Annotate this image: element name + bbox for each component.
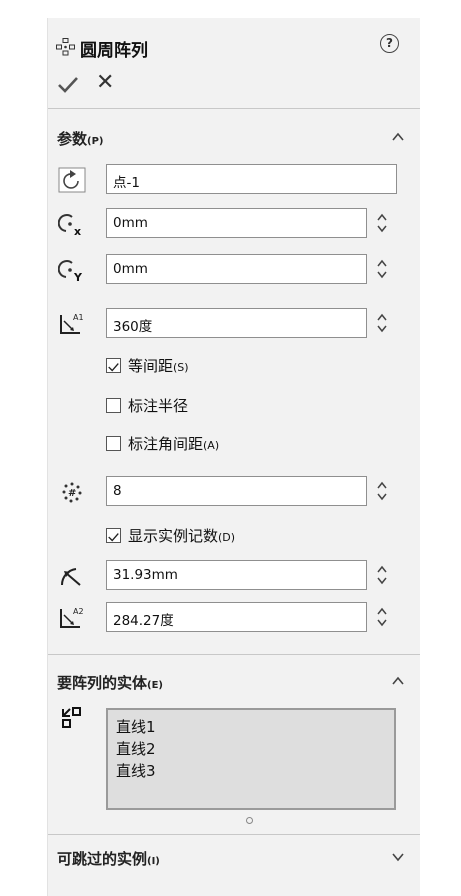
checkbox-box[interactable] [106, 528, 121, 543]
section-label-entities: 要阵列的实体 [57, 674, 148, 692]
spin-angle2[interactable] [372, 602, 392, 632]
check-icon [108, 533, 119, 542]
divider [48, 108, 420, 109]
section-hotkey-skip: (I) [147, 856, 160, 867]
entities-select-icon [62, 707, 81, 728]
panel-title: 圆周阵列 [80, 41, 148, 61]
angle-field[interactable]: 360度 [106, 308, 367, 338]
checkbox-box[interactable] [106, 436, 121, 451]
svg-text:#: # [68, 488, 76, 499]
radius-field[interactable]: 31.93mm [106, 560, 367, 590]
check-icon [108, 363, 119, 372]
rotate-direction-icon[interactable] [58, 167, 86, 193]
instances-icon: # [62, 482, 82, 503]
checkbox-box[interactable] [106, 358, 121, 373]
svg-text:Y: Y [73, 271, 83, 283]
center-y-icon: Y [58, 260, 83, 283]
row-angle2: A2 284.27度 [48, 602, 420, 634]
equal-spacing-label: 等间距 [128, 357, 174, 375]
panel-header: 圆周阵列 ? [48, 28, 420, 64]
cancel-x-icon[interactable]: ✕ [96, 70, 114, 96]
axis-field[interactable]: 点-1 [106, 164, 397, 194]
section-header-params[interactable]: 参数(P) [48, 124, 420, 152]
spin-y[interactable] [372, 254, 392, 284]
row-y: Y 0mm [48, 254, 420, 286]
row-x: x 0mm [48, 208, 420, 240]
list-item[interactable]: 直线2 [116, 738, 386, 760]
spin-radius[interactable] [372, 560, 392, 590]
show-count-label: 显示实例记数 [128, 527, 219, 545]
svg-text:A1: A1 [73, 313, 84, 322]
angle-a1-icon: A1 [60, 313, 84, 334]
section-hotkey-entities: (E) [147, 680, 163, 691]
dim-angle-label: 标注角间距 [128, 435, 204, 453]
row-axis: 点-1 [48, 164, 420, 196]
show-count-hotkey: (D) [218, 531, 236, 544]
spin-x[interactable] [372, 208, 392, 238]
svg-text:x: x [74, 225, 81, 237]
section-hotkey-params: (P) [87, 136, 104, 147]
list-item[interactable]: 直线3 [116, 760, 386, 782]
dim-radius-label: 标注半径 [128, 397, 189, 415]
spin-instances[interactable] [372, 476, 392, 506]
center-y-field[interactable]: 0mm [106, 254, 367, 284]
chevron-up-icon[interactable] [391, 674, 405, 688]
checkbox-box[interactable] [106, 398, 121, 413]
center-x-field[interactable]: 0mm [106, 208, 367, 238]
row-radius: 31.93mm [48, 560, 420, 592]
chevron-up-icon[interactable] [391, 130, 405, 144]
resize-grip[interactable] [246, 817, 253, 824]
row-angle: A1 360度 [48, 308, 420, 340]
help-icon[interactable]: ? [380, 34, 399, 53]
section-header-entities[interactable]: 要阵列的实体(E) [48, 668, 420, 696]
radius-icon [60, 568, 81, 586]
divider [48, 834, 420, 835]
circular-pattern-icon [56, 38, 75, 56]
equal-spacing-hotkey: (S) [173, 361, 189, 374]
spin-angle[interactable] [372, 308, 392, 338]
ok-check-icon[interactable] [57, 73, 79, 95]
entities-listbox[interactable]: 直线1 直线2 直线3 [106, 708, 396, 810]
chevron-down-icon[interactable] [391, 850, 405, 864]
list-item[interactable]: 直线1 [116, 716, 386, 738]
action-bar: ✕ [48, 70, 420, 100]
section-header-skip[interactable]: 可跳过的实例(I) [48, 844, 420, 872]
center-x-icon: x [58, 214, 81, 237]
svg-text:A2: A2 [73, 607, 84, 616]
divider [48, 654, 420, 655]
dim-angle-hotkey: (A) [203, 439, 220, 452]
section-label-params: 参数 [57, 130, 88, 148]
section-label-skip: 可跳过的实例 [57, 850, 148, 868]
row-instances: # 8 [48, 476, 420, 508]
instances-field[interactable]: 8 [106, 476, 367, 506]
property-manager-panel: 圆周阵列 ? ✕ 参数(P) 点-1 x 0mm Y 0mm A1 360度 等… [47, 18, 420, 896]
angle2-field[interactable]: 284.27度 [106, 602, 367, 632]
angle-a2-icon: A2 [60, 607, 84, 628]
